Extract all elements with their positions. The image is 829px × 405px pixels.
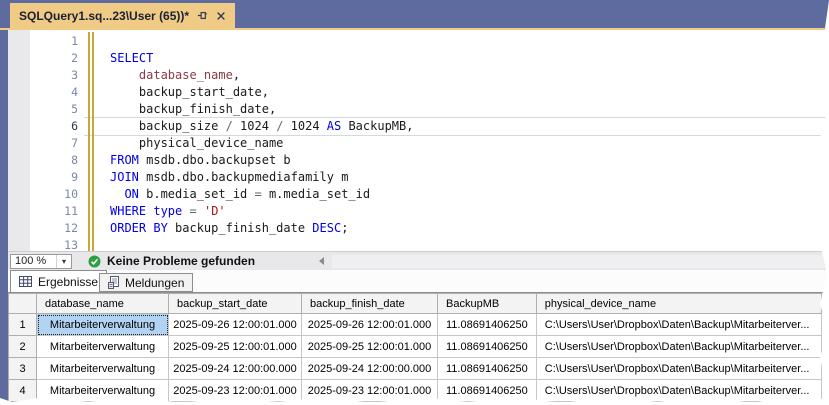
tab-meldungen-label: Meldungen bbox=[125, 276, 184, 290]
grid-cell[interactable]: Mitarbeiterverwaltung bbox=[37, 358, 169, 380]
scroll-left-arrow-icon[interactable] bbox=[319, 257, 324, 265]
line-number: 7 bbox=[30, 135, 78, 152]
line-number: 4 bbox=[30, 84, 78, 101]
tab-ergebnisse-label: Ergebnisse bbox=[38, 275, 98, 289]
table-row: 2Mitarbeiterverwaltung2025-09-25 12:00:0… bbox=[9, 336, 822, 358]
code-line[interactable]: SELECT bbox=[110, 50, 413, 67]
document-tab-strip: SQLQuery1.sq...23\User (65))* bbox=[0, 0, 829, 30]
line-numbers: 12345678910111213 bbox=[30, 33, 78, 254]
grid-column-header[interactable]: database_name bbox=[37, 294, 169, 314]
grid-cell[interactable]: 11.08691406250 bbox=[438, 314, 537, 336]
grid-cell[interactable]: C:\Users\User\Dropbox\Daten\Backup\Mitar… bbox=[536, 358, 821, 380]
grid-cell[interactable]: 2025-09-26 12:00:01.000 bbox=[169, 314, 302, 336]
grid-cell[interactable]: Mitarbeiterverwaltung bbox=[37, 380, 169, 402]
grid-column-header[interactable]: backup_start_date bbox=[169, 294, 302, 314]
grid-cell[interactable]: C:\Users\User\Dropbox\Daten\Backup\Mitar… bbox=[536, 314, 821, 336]
code-line[interactable] bbox=[110, 33, 413, 50]
line-number: 10 bbox=[30, 186, 78, 203]
document-tab-title: SQLQuery1.sq...23\User (65))* bbox=[19, 9, 189, 23]
grid-cell[interactable]: C:\Users\User\Dropbox\Daten\Backup\Mitar… bbox=[536, 380, 821, 402]
grid-icon bbox=[19, 276, 32, 287]
line-number: 6 bbox=[30, 118, 78, 135]
line-number: 3 bbox=[30, 67, 78, 84]
grid-cell[interactable]: 2025-09-22 12:00:01.000 bbox=[169, 402, 302, 405]
grid-row-header[interactable]: 3 bbox=[9, 358, 37, 380]
messages-icon bbox=[108, 276, 119, 289]
unsaved-changes-bar bbox=[88, 32, 94, 251]
grid-header-row: database_namebackup_start_datebackup_fin… bbox=[9, 294, 822, 314]
grid-cell[interactable]: 2025-09-25 12:00:01.000 bbox=[169, 336, 302, 358]
code-line[interactable]: WHERE type = 'D' bbox=[110, 203, 413, 220]
grid-cell[interactable]: Mitarbeiterverwaltung bbox=[37, 336, 169, 358]
code-line[interactable]: ON b.media_set_id = m.media_set_id bbox=[110, 186, 413, 203]
grid-column-header[interactable]: backup_finish_date bbox=[302, 294, 438, 314]
line-number: 8 bbox=[30, 152, 78, 169]
window-frame-left bbox=[0, 0, 8, 405]
code-lines[interactable]: SELECT database_name, backup_start_date,… bbox=[110, 33, 413, 254]
health-indicator-text: Keine Probleme gefunden bbox=[107, 254, 255, 268]
grid-cell[interactable]: 2025-09-25 12:00:01.000 bbox=[302, 336, 438, 358]
grid-corner-header[interactable] bbox=[9, 294, 37, 314]
grid-cell[interactable]: Mitarbeiterverwaltung bbox=[37, 314, 169, 336]
grid-row-header[interactable]: 5 bbox=[9, 402, 37, 405]
grid-cell[interactable]: 2025-09-23 12:00:01.000 bbox=[169, 380, 302, 402]
grid-cell[interactable]: 11.08691406250 bbox=[438, 402, 537, 405]
table-row: 4Mitarbeiterverwaltung2025-09-23 12:00:0… bbox=[9, 380, 822, 402]
grid-cell[interactable]: 2025-09-24 12:00:00.000 bbox=[169, 358, 302, 380]
grid-cell[interactable]: 2025-09-26 12:00:01.000 bbox=[302, 314, 438, 336]
tab-ergebnisse[interactable]: Ergebnisse bbox=[10, 270, 107, 292]
code-line[interactable]: backup_start_date, bbox=[110, 84, 413, 101]
ssms-window: SQLQuery1.sq...23\User (65))* 1234567891… bbox=[0, 0, 829, 405]
grid-column-header[interactable]: BackupMB bbox=[438, 294, 537, 314]
grid-column-header[interactable]: physical_device_name bbox=[536, 294, 821, 314]
tab-meldungen[interactable]: Meldungen bbox=[99, 273, 193, 292]
pin-icon[interactable] bbox=[197, 10, 208, 21]
sql-editor[interactable]: 12345678910111213 SELECT database_name, … bbox=[8, 30, 829, 251]
code-line[interactable]: FROM msdb.dbo.backupset b bbox=[110, 152, 413, 169]
zoom-level-value: 100 % bbox=[11, 255, 56, 267]
grid-row-header[interactable]: 1 bbox=[9, 314, 37, 336]
line-number: 2 bbox=[30, 50, 78, 67]
code-line[interactable]: physical_device_name bbox=[110, 135, 413, 152]
glyph-margin bbox=[8, 30, 30, 251]
code-line[interactable]: backup_finish_date, bbox=[110, 101, 413, 118]
chevron-down-icon[interactable]: ▾ bbox=[56, 255, 71, 268]
grid-row-header[interactable]: 4 bbox=[9, 380, 37, 402]
code-line[interactable]: database_name, bbox=[110, 67, 413, 84]
code-line[interactable]: JOIN msdb.dbo.backupmediafamily m bbox=[110, 169, 413, 186]
grid-cell[interactable]: Mitarbeiterverwaltung bbox=[37, 402, 169, 405]
grid-cell[interactable]: 2025-09-23 12:00:01.000 bbox=[302, 380, 438, 402]
close-icon[interactable] bbox=[216, 11, 226, 21]
grid-cell[interactable]: C:\Users\User\Dropbox\Daten\Backup\Mitar… bbox=[536, 336, 821, 358]
results-grid: database_namebackup_start_datebackup_fin… bbox=[8, 292, 829, 405]
check-circle-icon bbox=[88, 255, 101, 268]
grid-cell[interactable]: 11.08691406250 bbox=[438, 336, 537, 358]
table-row: 3Mitarbeiterverwaltung2025-09-24 12:00:0… bbox=[9, 358, 822, 380]
grid-cell[interactable]: 2025-09-24 12:00:00.000 bbox=[302, 358, 438, 380]
results-table: database_namebackup_start_datebackup_fin… bbox=[8, 293, 822, 405]
grid-cell[interactable]: C:\Users\User\Dropbox\Daten\Backup\Mitar… bbox=[536, 402, 821, 405]
table-row: 1Mitarbeiterverwaltung2025-09-26 12:00:0… bbox=[9, 314, 822, 336]
query-document-tab[interactable]: SQLQuery1.sq...23\User (65))* bbox=[10, 3, 235, 28]
grid-row-header[interactable]: 2 bbox=[9, 336, 37, 358]
line-number: 9 bbox=[30, 169, 78, 186]
health-indicator[interactable]: Keine Probleme gefunden bbox=[88, 254, 255, 268]
code-line[interactable]: ORDER BY backup_finish_date DESC; bbox=[110, 220, 413, 237]
line-number: 12 bbox=[30, 220, 78, 237]
horizontal-scrollbar[interactable] bbox=[332, 255, 827, 268]
line-number: 11 bbox=[30, 203, 78, 220]
line-number: 5 bbox=[30, 101, 78, 118]
grid-body: 1Mitarbeiterverwaltung2025-09-26 12:00:0… bbox=[9, 314, 822, 405]
table-row: 5Mitarbeiterverwaltung2025-09-22 12:00:0… bbox=[9, 402, 822, 405]
grid-cell[interactable]: 11.08691406250 bbox=[438, 358, 537, 380]
grid-cell[interactable]: 11.08691406250 bbox=[438, 380, 537, 402]
line-number: 1 bbox=[30, 33, 78, 50]
editor-status-strip: 100 % ▾ Keine Probleme gefunden bbox=[8, 251, 829, 270]
code-line[interactable]: backup_size / 1024 / 1024 AS BackupMB, bbox=[110, 118, 413, 135]
zoom-level-select[interactable]: 100 % ▾ bbox=[10, 254, 72, 269]
results-tab-bar: Ergebnisse Meldungen bbox=[8, 270, 829, 292]
grid-cell[interactable]: 2025-09-22 12:00:01.000 bbox=[302, 402, 438, 405]
